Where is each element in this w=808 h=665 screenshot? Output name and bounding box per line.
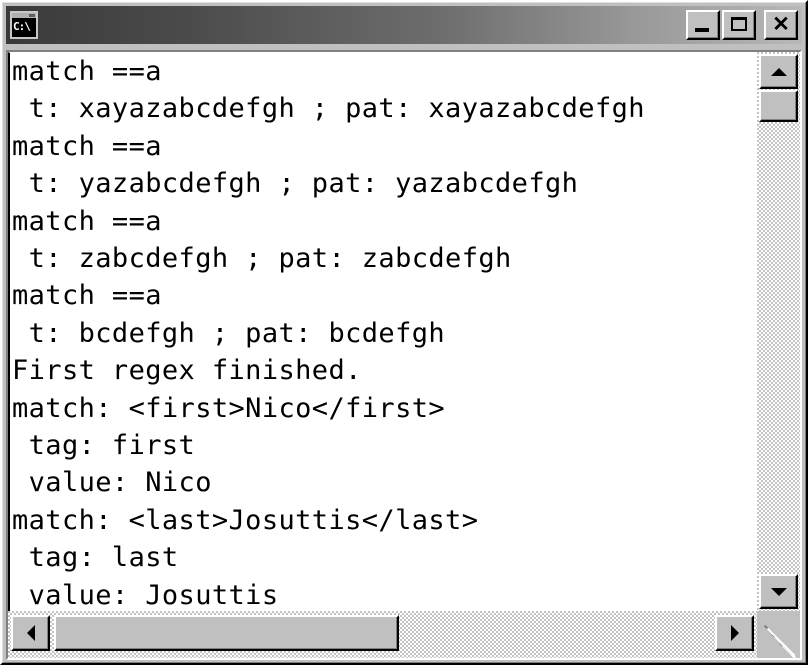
console-line: match: <last>Josuttis</last>	[10, 502, 757, 539]
minimize-button[interactable]	[686, 10, 720, 40]
arrow-left-icon	[27, 625, 35, 641]
console-icon-titlestrip	[12, 13, 36, 19]
vertical-scrollbar-thumb[interactable]	[759, 90, 798, 122]
console-line: value: Nico	[10, 464, 757, 501]
arrow-up-icon	[771, 68, 787, 76]
scroll-right-button[interactable]	[715, 615, 754, 651]
console-line: tag: first	[10, 427, 757, 464]
resize-grip[interactable]	[757, 611, 800, 658]
horizontal-thumb-bevel	[56, 617, 397, 649]
scroll-left-button[interactable]	[11, 615, 50, 651]
maximize-button[interactable]	[722, 10, 756, 40]
arrow-down-icon	[771, 588, 787, 596]
minimize-icon	[695, 28, 709, 32]
client-area: match ==a t: xayazabcdefgh ; pat: xayaza…	[6, 50, 802, 660]
console-line: First regex finished.	[10, 352, 757, 389]
console-window: C:\ ✕ match ==a t: xayazabcdefgh ; pat: …	[0, 0, 808, 665]
close-button[interactable]: ✕	[764, 10, 798, 40]
console-line: match: <first>Nico</first>	[10, 390, 757, 427]
scroll-up-button[interactable]	[759, 54, 798, 89]
console-line: t: zabcdefgh ; pat: zabcdefgh	[10, 240, 757, 277]
horizontal-scrollbar[interactable]	[8, 611, 757, 658]
maximize-icon	[731, 17, 747, 31]
console-line: match ==a	[10, 128, 757, 165]
console-line: tag: last	[10, 539, 757, 576]
scroll-down-button[interactable]	[759, 574, 798, 609]
console-line: t: xayazabcdefgh ; pat: xayazabcdefgh	[10, 90, 757, 127]
vertical-thumb-bevel	[761, 92, 796, 120]
window-controls: ✕	[686, 10, 798, 40]
console-line: t: bcdefgh ; pat: bcdefgh	[10, 315, 757, 352]
arrow-right-icon	[731, 625, 739, 641]
title-bar[interactable]: C:\ ✕	[6, 6, 802, 44]
console-line: match ==a	[10, 53, 757, 90]
horizontal-scrollbar-thumb[interactable]	[54, 615, 399, 651]
console-line: value: Josuttis	[10, 577, 757, 611]
close-icon: ✕	[766, 12, 796, 38]
console-output[interactable]: match ==a t: xayazabcdefgh ; pat: xayaza…	[8, 52, 757, 611]
console-line: match ==a	[10, 277, 757, 314]
console-icon[interactable]: C:\	[10, 11, 38, 39]
console-line: t: yazabcdefgh ; pat: yazabcdefgh	[10, 165, 757, 202]
vertical-scrollbar[interactable]	[757, 52, 800, 611]
console-icon-label: C:\	[13, 20, 35, 37]
console-line: match ==a	[10, 203, 757, 240]
minimize-button-bevel	[688, 12, 718, 38]
resize-grip-highlight	[767, 628, 795, 656]
